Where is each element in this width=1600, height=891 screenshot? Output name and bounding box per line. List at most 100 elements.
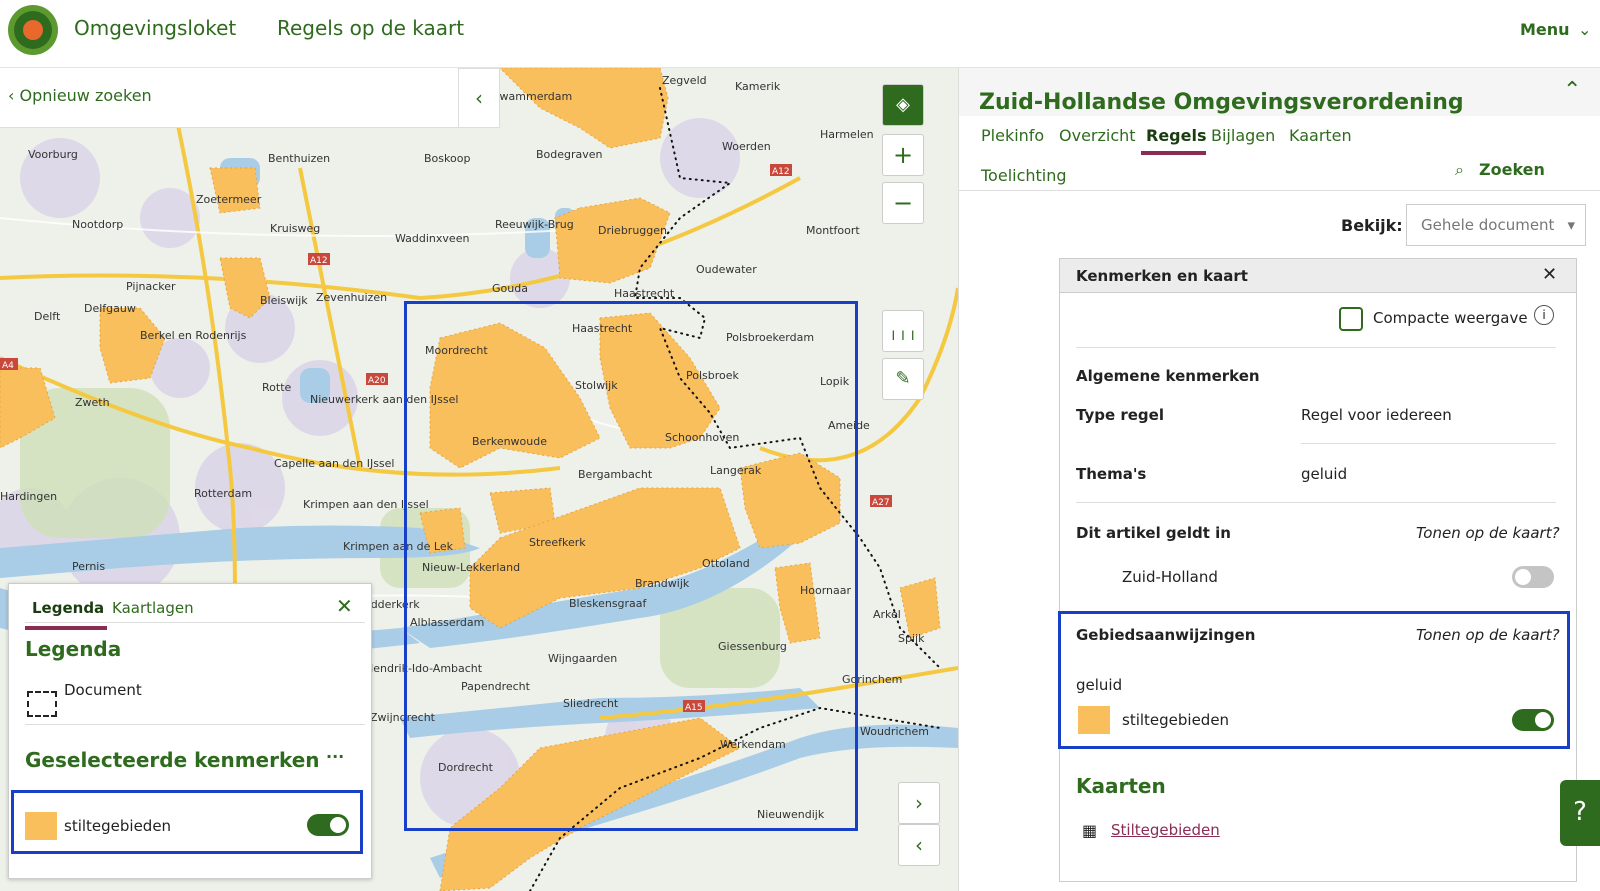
svg-text:Voorburg: Voorburg — [28, 148, 78, 161]
svg-text:Oudewater: Oudewater — [696, 263, 757, 276]
designations-heading: Gebiedsaanwijzingen — [1076, 626, 1256, 644]
svg-text:Nootdorp: Nootdorp — [72, 218, 123, 231]
panel-title: Zuid-Hollandse Omgevingsverordening — [979, 90, 1464, 115]
show-on-map-label: Tonen op de kaart? — [1416, 626, 1560, 644]
search-button[interactable]: Zoeken — [1479, 160, 1545, 179]
svg-text:Delft: Delft — [34, 310, 61, 323]
svg-text:Pijnacker: Pijnacker — [126, 280, 176, 293]
svg-text:Woerden: Woerden — [722, 140, 771, 153]
map-icon: ▦ — [1082, 821, 1098, 840]
theme-label: Thema's — [1076, 465, 1147, 483]
feature-toggle[interactable] — [307, 814, 349, 836]
active-tab-indicator — [25, 626, 107, 630]
svg-text:A20: A20 — [368, 376, 386, 386]
back-label: Opnieuw zoeken — [19, 86, 152, 105]
svg-text:Pernis: Pernis — [72, 560, 105, 573]
designation-label: stiltegebieden — [1122, 711, 1230, 729]
svg-text:A4: A4 — [2, 361, 14, 371]
feature-label: stiltegebieden — [64, 817, 172, 835]
svg-text:Bodegraven: Bodegraven — [536, 148, 603, 161]
divider — [1301, 443, 1556, 444]
type-value: Regel voor iedereen — [1301, 406, 1452, 424]
close-icon[interactable]: ✕ — [336, 594, 353, 618]
svg-text:Capelle aan den IJssel: Capelle aan den IJssel — [274, 457, 395, 470]
svg-text:Zegveld: Zegveld — [662, 74, 707, 87]
compact-view-checkbox[interactable] — [1339, 307, 1363, 331]
designations-section: Gebiedsaanwijzingen Tonen op de kaart? g… — [1058, 611, 1570, 749]
tab-overzicht[interactable]: Overzicht — [1059, 126, 1136, 145]
expand-left-button[interactable]: ‹ — [898, 824, 940, 866]
selected-features-heading: Geselecteerde kenmerken — [25, 748, 320, 772]
collapse-search-button[interactable]: ‹ — [458, 68, 500, 128]
svg-text:Zoetermeer: Zoetermeer — [196, 193, 262, 206]
tab-toelichting[interactable]: Toelichting — [981, 166, 1067, 185]
help-button[interactable]: ? — [1560, 780, 1600, 846]
svg-text:Haastrecht: Haastrecht — [614, 287, 675, 300]
chevron-left-icon: ‹ — [8, 86, 20, 105]
tab-bijlagen[interactable]: Bijlagen — [1211, 126, 1275, 145]
chevron-down-icon[interactable]: ⌄ — [1578, 20, 1591, 39]
more-options-button[interactable]: ··· — [326, 747, 344, 766]
expand-right-button[interactable]: › — [898, 782, 940, 824]
brand-name[interactable]: Omgevingsloket — [74, 16, 236, 40]
svg-text:A27: A27 — [872, 498, 890, 508]
view-select[interactable]: Gehele document ▾ — [1406, 204, 1586, 246]
region-toggle[interactable] — [1512, 566, 1554, 588]
search-icon[interactable]: ⌕ — [1455, 160, 1464, 180]
svg-text:Gouda: Gouda — [492, 282, 528, 295]
divider — [1076, 347, 1556, 348]
tab-kaartlagen[interactable]: Kaartlagen — [112, 599, 194, 617]
svg-text:Montfoort: Montfoort — [806, 224, 860, 237]
svg-text:Harmelen: Harmelen — [820, 128, 874, 141]
zoom-in-button[interactable]: + — [882, 134, 924, 176]
theme-value: geluid — [1301, 465, 1348, 483]
top-bar: Omgevingsloket Regels op de kaart Menu ⌄ — [0, 0, 1600, 68]
search-bar: ‹ Opnieuw zoeken — [0, 68, 458, 128]
region-label: Zuid-Holland — [1122, 568, 1218, 586]
silence-area-swatch — [25, 812, 57, 840]
tab-legenda[interactable]: Legenda — [32, 599, 104, 617]
svg-text:A12: A12 — [772, 167, 790, 177]
tab-kaarten[interactable]: Kaarten — [1289, 126, 1352, 145]
divider — [959, 190, 1600, 191]
divider — [25, 724, 365, 725]
group-label: geluid — [1076, 676, 1123, 694]
compact-view-label: Compacte weergave — [1373, 309, 1528, 327]
document-label: Document — [64, 681, 142, 699]
legend-heading: Legenda — [25, 637, 122, 661]
show-on-map-label: Tonen op de kaart? — [1416, 524, 1560, 542]
features-card: Kenmerken en kaart ✕ Compacte weergave i… — [1058, 258, 1577, 882]
logo[interactable] — [8, 5, 58, 55]
svg-text:Rotterdam: Rotterdam — [194, 487, 252, 500]
svg-text:Hardingen: Hardingen — [0, 490, 57, 503]
selected-feature-row: stiltegebieden — [11, 790, 363, 854]
legend-panel: Legenda Kaartlagen ✕ Legenda Document Ge… — [8, 583, 372, 879]
tab-plekinfo[interactable]: Plekinfo — [981, 126, 1044, 145]
applies-label: Dit artikel geldt in — [1076, 524, 1231, 542]
svg-text:Arkel: Arkel — [873, 608, 901, 621]
tab-regels[interactable]: Regels — [1146, 126, 1206, 145]
general-heading: Algemene kenmerken — [1076, 367, 1260, 385]
map-link[interactable]: Stiltegebieden — [1111, 821, 1220, 839]
svg-text:Berkel en Rodenrijs: Berkel en Rodenrijs — [140, 329, 247, 342]
info-icon[interactable]: i — [1534, 305, 1554, 325]
card-title: Kenmerken en kaart — [1076, 267, 1248, 285]
chevron-up-icon[interactable]: ⌃ — [1563, 78, 1581, 103]
view-select-value: Gehele document — [1421, 216, 1555, 234]
svg-text:Waddinxveen: Waddinxveen — [395, 232, 469, 245]
svg-text:Driebruggen: Driebruggen — [598, 224, 667, 237]
svg-text:Bleiswijk: Bleiswijk — [260, 294, 308, 307]
layers-button[interactable]: ◈ — [882, 84, 924, 126]
close-icon[interactable]: ✕ — [1542, 264, 1557, 285]
svg-text:Kamerik: Kamerik — [735, 80, 781, 93]
back-link[interactable]: ‹ Opnieuw zoeken — [8, 86, 152, 105]
svg-text:Zweth: Zweth — [75, 396, 110, 409]
zoom-out-button[interactable]: − — [882, 182, 924, 224]
designation-toggle[interactable] — [1512, 709, 1554, 731]
draw-button[interactable]: ✎ — [882, 358, 924, 400]
measure-button[interactable]: ╷╷╷ — [882, 310, 924, 352]
rules-panel: Zuid-Hollandse Omgevingsverordening ⌃ Pl… — [958, 68, 1600, 891]
menu-button[interactable]: Menu — [1520, 20, 1570, 39]
divider — [1076, 502, 1556, 503]
maps-heading: Kaarten — [1076, 774, 1166, 798]
